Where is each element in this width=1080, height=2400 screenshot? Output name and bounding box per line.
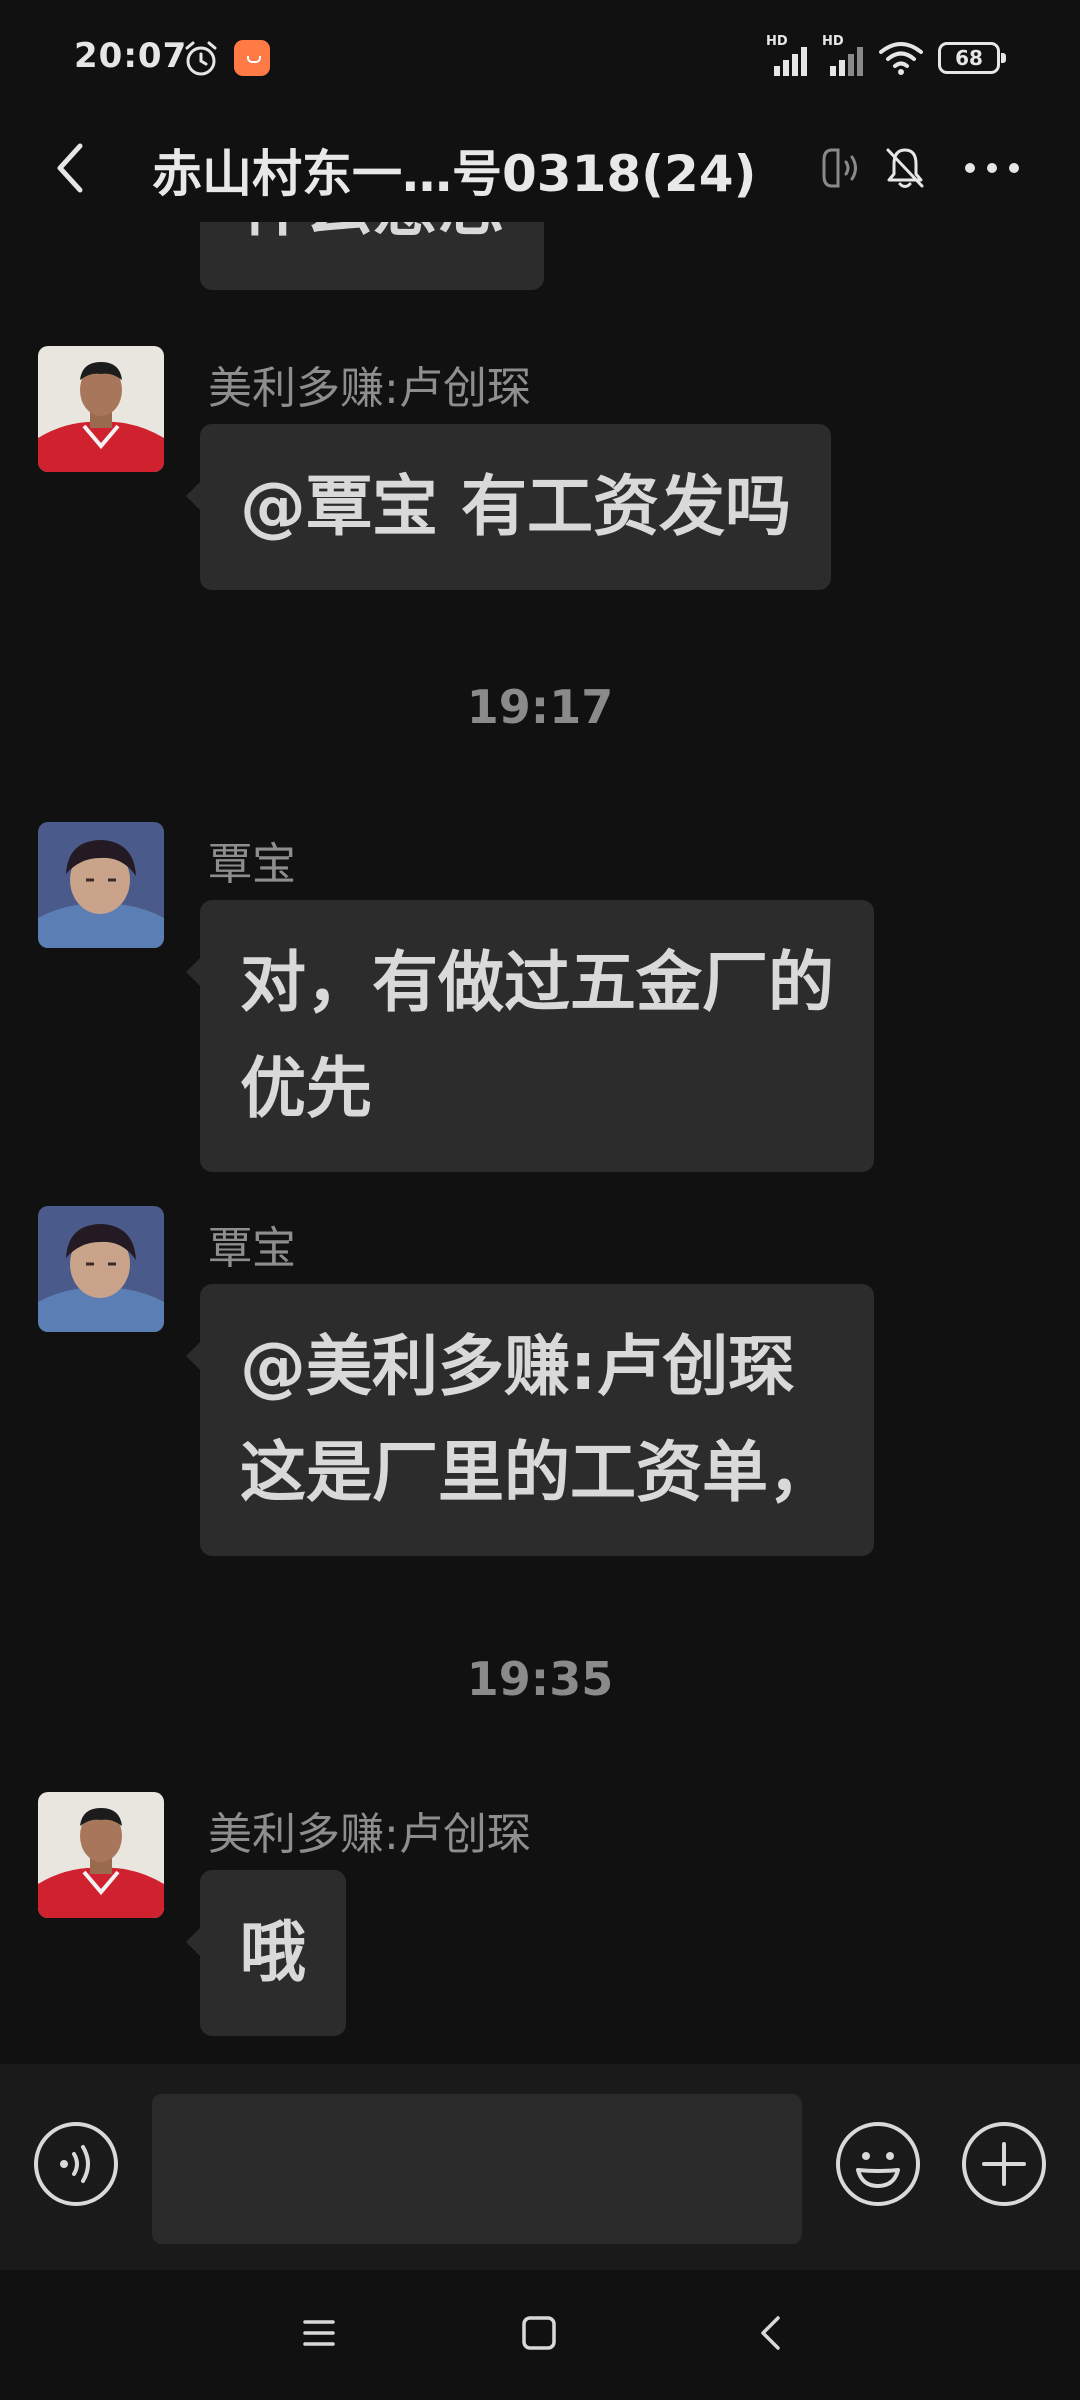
avatar[interactable]	[38, 1206, 164, 1332]
message-bubble[interactable]: 哦	[186, 1870, 346, 2036]
mute-bell-icon[interactable]	[880, 142, 930, 192]
time-divider: 19:17	[466, 680, 614, 734]
sender-name: 覃宝	[208, 839, 296, 890]
back-nav-icon[interactable]	[748, 2310, 794, 2356]
sender-name: 美利多赚:卢创琛	[208, 363, 531, 414]
home-icon[interactable]	[516, 2310, 562, 2356]
avatar[interactable]	[38, 346, 164, 472]
sender-name: 覃宝	[208, 1223, 296, 1274]
time-divider: 19:35	[466, 1652, 614, 1706]
battery-icon: 68	[938, 42, 1006, 74]
message-text: @美利多赚:卢创琛	[240, 1328, 795, 1405]
message-bubble[interactable]: 什么意思	[200, 222, 544, 290]
signal-icon: HD	[822, 34, 872, 76]
status-time: 20:07	[74, 36, 188, 76]
avatar[interactable]	[38, 1792, 164, 1918]
message-text: 什么意思	[240, 222, 504, 260]
chat-header: 赤山村东一…号0318(24)	[0, 116, 1080, 222]
app-notification-icon	[234, 40, 270, 76]
message-bubble[interactable]: @美利多赚:卢创琛 这是厂里的工资单，	[186, 1284, 874, 1556]
wifi-icon	[879, 42, 923, 75]
message-text: @覃宝 有工资发吗	[240, 468, 791, 545]
voice-icon[interactable]	[32, 2120, 120, 2208]
message-list[interactable]: 什么意思 美利多赚:卢创琛 @覃宝 有工资发吗 19:17 覃宝 对，有做过五金…	[0, 222, 1080, 2064]
message-input[interactable]	[152, 2094, 802, 2244]
message-bubble[interactable]: 对，有做过五金厂的 优先	[186, 900, 874, 1172]
battery-level: 68	[955, 46, 983, 70]
back-icon[interactable]	[40, 136, 104, 200]
signal-icon: HD	[766, 34, 816, 76]
menu-icon[interactable]	[296, 2310, 342, 2356]
navigation-bar	[0, 2270, 1080, 2400]
input-bar	[0, 2064, 1080, 2270]
message-text: 这是厂里的工资单，	[240, 1434, 834, 1511]
earpiece-icon[interactable]	[818, 144, 866, 192]
message-bubble[interactable]: @覃宝 有工资发吗	[186, 424, 831, 590]
alarm-icon	[185, 41, 217, 76]
message-text: 优先	[240, 1050, 372, 1127]
add-icon[interactable]	[960, 2120, 1048, 2208]
emoji-icon[interactable]	[834, 2120, 922, 2208]
status-bar: 20:07 HD HD 68	[0, 0, 1080, 116]
message-text: 哦	[240, 1914, 306, 1991]
sender-name: 美利多赚:卢创琛	[208, 1809, 531, 1860]
chat-title[interactable]: 赤山村东一…号0318(24)	[152, 134, 792, 206]
message-text: 对，有做过五金厂的	[240, 944, 834, 1021]
more-icon[interactable]	[956, 140, 1028, 196]
avatar[interactable]	[38, 822, 164, 948]
